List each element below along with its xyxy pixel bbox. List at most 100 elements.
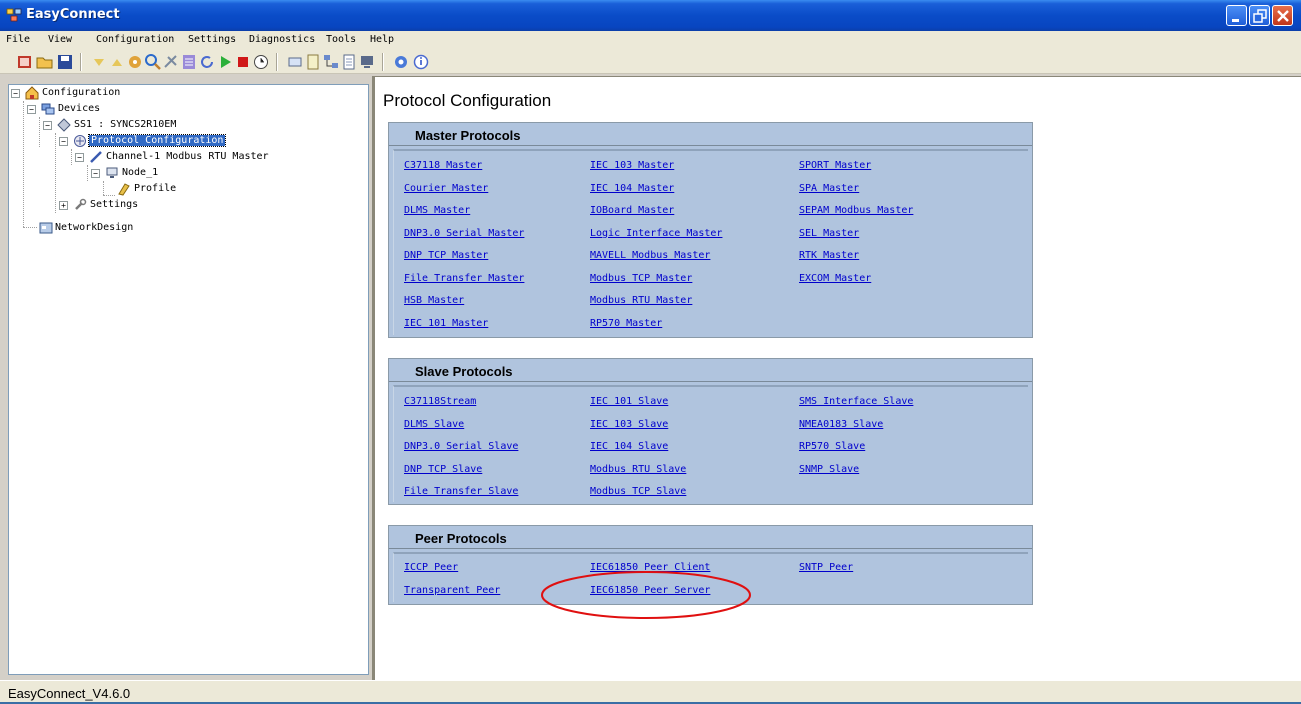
tree-node-channel[interactable]: − Channel-1 Modbus RTU Master [9, 149, 359, 165]
menu-bar: File View Configuration Settings Diagnos… [0, 31, 1301, 50]
close-button[interactable] [1272, 5, 1293, 26]
stop-icon[interactable] [234, 53, 252, 71]
left-pane: − Configuration − Devices − SS1 : SYNCS2… [0, 76, 372, 680]
menu-file[interactable]: File [6, 34, 30, 45]
settings-icon[interactable] [392, 53, 410, 71]
protocol-link-rp570-master[interactable]: RP570 Master [590, 318, 662, 329]
devices-icon [41, 103, 55, 115]
protocol-link-modbus-rtu-master[interactable]: Modbus RTU Master [590, 295, 692, 306]
new-icon[interactable] [16, 53, 34, 71]
protocol-link-file-transfer-master[interactable]: File Transfer Master [404, 273, 524, 284]
collapse-icon[interactable]: − [43, 121, 52, 130]
collapse-icon[interactable]: − [59, 137, 68, 146]
protocol-link-sport-master[interactable]: SPORT Master [799, 160, 871, 171]
configuration-tree[interactable]: − Configuration − Devices − SS1 : SYNCS2… [8, 84, 369, 675]
window-title: EasyConnect [26, 7, 120, 22]
protocol-link-dnp-tcp-slave[interactable]: DNP TCP Slave [404, 464, 482, 475]
protocol-link-rtk-master[interactable]: RTK Master [799, 250, 859, 261]
document-icon[interactable] [304, 53, 322, 71]
peer-protocols-header: Peer Protocols [389, 526, 1032, 549]
protocol-link-iec-104-slave[interactable]: IEC 104 Slave [590, 441, 668, 452]
protocol-link-hsb-master[interactable]: HSB Master [404, 295, 464, 306]
menu-tools[interactable]: Tools [326, 34, 356, 45]
open-icon[interactable] [36, 53, 54, 71]
menu-diagnostics[interactable]: Diagnostics [249, 34, 315, 45]
network-icon[interactable] [322, 53, 340, 71]
protocol-link-dnp3-0-serial-master[interactable]: DNP3.0 Serial Master [404, 228, 524, 239]
protocol-link-nmea0183-slave[interactable]: NMEA0183 Slave [799, 419, 883, 430]
tree-node-network-design[interactable]: NetworkDesign [9, 220, 359, 236]
protocol-link-c37118stream[interactable]: C37118Stream [404, 396, 476, 407]
disconnect-icon[interactable] [162, 53, 180, 71]
group-title: Peer Protocols [415, 531, 507, 546]
tree-node-devices[interactable]: − Devices [9, 101, 359, 117]
title-bar: EasyConnect [0, 0, 1301, 31]
menu-configuration[interactable]: Configuration [96, 34, 174, 45]
protocol-link-dnp-tcp-master[interactable]: DNP TCP Master [404, 250, 488, 261]
tree-node-protocol-configuration[interactable]: − Protocol Configuration [9, 133, 359, 149]
protocol-link-transparent-peer[interactable]: Transparent Peer [404, 585, 500, 596]
protocol-link-dlms-master[interactable]: DLMS Master [404, 205, 470, 216]
protocol-link-dnp3-0-serial-slave[interactable]: DNP3.0 Serial Slave [404, 441, 518, 452]
protocol-link-mavell-modbus-master[interactable]: MAVELL Modbus Master [590, 250, 710, 261]
menu-help[interactable]: Help [370, 34, 394, 45]
about-icon[interactable] [412, 53, 430, 71]
protocol-link-iec-101-slave[interactable]: IEC 101 Slave [590, 396, 668, 407]
protocol-link-iccp-peer[interactable]: ICCP Peer [404, 562, 458, 573]
collapse-icon[interactable]: − [75, 153, 84, 162]
search-icon[interactable] [144, 53, 162, 71]
easyconnect-app-icon [6, 8, 22, 22]
protocol-link-sepam-modbus-master[interactable]: SEPAM Modbus Master [799, 205, 913, 216]
collapse-icon[interactable]: − [11, 89, 20, 98]
minimize-button[interactable] [1226, 5, 1247, 26]
protocol-link-spa-master[interactable]: SPA Master [799, 183, 859, 194]
move-up-icon[interactable] [108, 53, 126, 71]
collapse-icon[interactable]: − [27, 105, 36, 114]
protocol-link-modbus-tcp-slave[interactable]: Modbus TCP Slave [590, 486, 686, 497]
protocol-link-sel-master[interactable]: SEL Master [799, 228, 859, 239]
protocol-link-excom-master[interactable]: EXCOM Master [799, 273, 871, 284]
peer-protocols-panel: Peer Protocols ICCP Peer Transparent Peer… [388, 525, 1033, 605]
protocol-link-iec-104-master[interactable]: IEC 104 Master [590, 183, 674, 194]
protocol-link-iec-103-slave[interactable]: IEC 103 Slave [590, 419, 668, 430]
save-icon[interactable] [56, 53, 74, 71]
protocol-link-iec61850-peer-server[interactable]: IEC61850 Peer Server [590, 585, 710, 596]
compile-icon[interactable] [126, 53, 144, 71]
protocol-link-iec61850-peer-client[interactable]: IEC61850 Peer Client [590, 562, 710, 573]
menu-view[interactable]: View [48, 34, 72, 45]
protocol-link-logic-interface-master[interactable]: Logic Interface Master [590, 228, 722, 239]
protocol-link-snmp-slave[interactable]: SNMP Slave [799, 464, 859, 475]
protocol-link-ioboard-master[interactable]: IOBoard Master [590, 205, 674, 216]
tree-node-configuration[interactable]: − Configuration [9, 85, 359, 101]
timer-icon[interactable] [252, 53, 270, 71]
protocol-link-file-transfer-slave[interactable]: File Transfer Slave [404, 486, 518, 497]
protocol-link-rp570-slave[interactable]: RP570 Slave [799, 441, 865, 452]
protocol-link-dlms-slave[interactable]: DLMS Slave [404, 419, 464, 430]
protocol-link-modbus-rtu-slave[interactable]: Modbus RTU Slave [590, 464, 686, 475]
protocol-link-courier-master[interactable]: Courier Master [404, 183, 488, 194]
collapse-icon[interactable]: − [91, 169, 100, 178]
tree-node-device[interactable]: − SS1 : SYNCS2R10EM [9, 117, 359, 133]
tree-node-node1[interactable]: − Node_1 [9, 165, 359, 181]
toolbar-separator [80, 53, 82, 71]
expand-icon[interactable]: + [59, 201, 68, 210]
protocol-link-modbus-tcp-master[interactable]: Modbus TCP Master [590, 273, 692, 284]
protocol-link-sms-interface-slave[interactable]: SMS Interface Slave [799, 396, 913, 407]
menu-settings[interactable]: Settings [188, 34, 236, 45]
maximize-button[interactable] [1249, 5, 1270, 26]
group-title: Slave Protocols [415, 364, 513, 379]
run-icon[interactable] [216, 53, 234, 71]
move-down-icon[interactable] [90, 53, 108, 71]
node-icon [106, 167, 118, 178]
refresh-icon[interactable] [198, 53, 216, 71]
window-icon[interactable] [286, 53, 304, 71]
display-icon[interactable] [358, 53, 376, 71]
tree-node-profile[interactable]: Profile [9, 181, 359, 197]
tree-node-settings[interactable]: + Settings [9, 197, 359, 213]
protocol-link-iec-101-master[interactable]: IEC 101 Master [404, 318, 488, 329]
protocol-link-c37118-master[interactable]: C37118 Master [404, 160, 482, 171]
protocol-link-sntp-peer[interactable]: SNTP Peer [799, 562, 853, 573]
list-icon[interactable] [180, 53, 198, 71]
page-icon[interactable] [340, 53, 358, 71]
protocol-link-iec-103-master[interactable]: IEC 103 Master [590, 160, 674, 171]
